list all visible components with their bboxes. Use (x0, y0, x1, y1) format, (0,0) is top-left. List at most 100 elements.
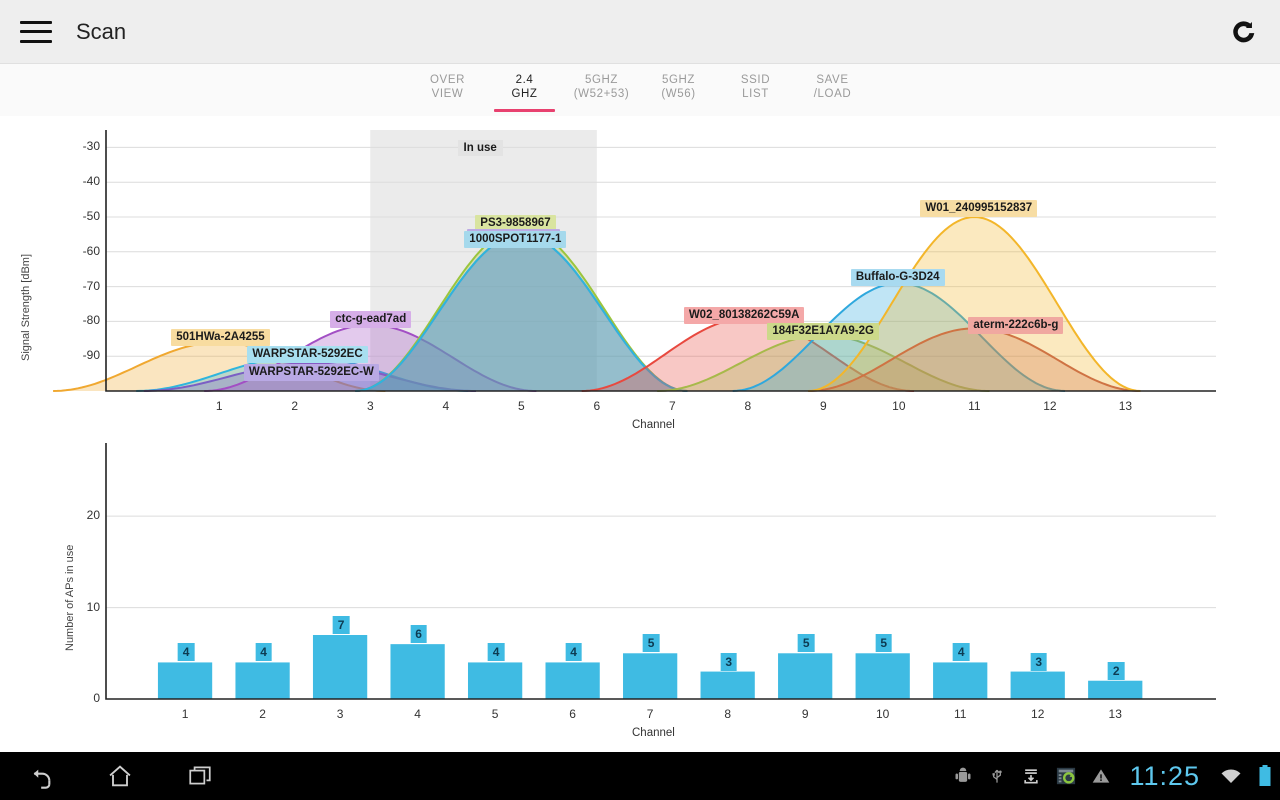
ssid-label: W02_80138262C59A (683, 306, 805, 324)
battery-icon (1258, 764, 1272, 788)
tab-label-line2: (W52+53) (573, 87, 630, 100)
x-tick-label: 3 (336, 707, 344, 721)
x-tick-label: 6 (593, 399, 601, 413)
tab-active-indicator (494, 109, 555, 112)
x-tick-label: 7 (668, 399, 676, 413)
bar (312, 635, 368, 699)
x-tick-label: 6 (569, 707, 576, 721)
x-axis-title: Channel (632, 727, 675, 739)
in-use-label: In use (457, 140, 503, 156)
bar-value-label: 4 (177, 643, 195, 662)
x-tick-label: 8 (724, 707, 731, 721)
bar (933, 662, 988, 699)
bar-value-label: 5 (797, 634, 815, 653)
home-icon[interactable] (80, 752, 160, 800)
x-tick-label: 10 (892, 399, 906, 413)
bar-value-label: 4 (255, 643, 272, 662)
y-tick-label: -80 (82, 313, 100, 328)
recent-apps-icon[interactable] (160, 752, 240, 800)
y-tick-label: -50 (82, 209, 100, 223)
y-axis-title: Number of APs in use (64, 544, 76, 651)
y-tick-label: -30 (82, 139, 100, 154)
ssid-label: aterm-222c6b-g (968, 317, 1064, 335)
bar (1010, 671, 1065, 699)
x-axis-title: Channel (632, 419, 675, 431)
bar-value-label: 4 (952, 643, 970, 662)
bar (855, 653, 910, 699)
aps-in-use-chart: 0 10 20 1 2 3 4 5 6 7 8 9 10 11 12 13 4 4 7 6 4 4 5 3 5 5 4 3 2 Numbe… (0, 431, 1280, 741)
x-tick-label: 11 (953, 707, 967, 721)
x-tick-label: 12 (1031, 707, 1045, 721)
y-tick-label: -40 (82, 174, 100, 189)
bar (390, 644, 445, 699)
y-tick-label: -90 (82, 348, 100, 363)
tab-label-line2: GHZ (511, 87, 538, 100)
x-tick-label: 12 (1043, 399, 1057, 413)
signal-chart-canvas (53, 130, 1216, 392)
signal-strength-chart: -30 -40 -50 -60 -70 -80 -90 1 2 3 4 5 6 7 8 9 10 11 12 13 Si… (0, 116, 1280, 431)
x-tick-label: 9 (801, 707, 809, 721)
back-icon[interactable] (0, 752, 80, 800)
tab-label-line1: SAVE (816, 74, 849, 86)
tab-over[interactable]: OVER VIEW (409, 64, 486, 116)
tab-ssid[interactable]: SSID LIST (717, 64, 794, 116)
hamburger-menu-icon[interactable] (20, 20, 52, 43)
x-tick-label: 10 (876, 707, 890, 721)
app-bar: Scan (0, 0, 1280, 64)
ssid-label: 184F32E1A7A9-2G (767, 323, 879, 341)
x-tick-label: 2 (259, 707, 266, 721)
bar-value-label: 5 (642, 634, 660, 653)
bar (235, 662, 290, 699)
tab-label-line2: LIST (742, 87, 769, 100)
bar-value-label: 5 (875, 634, 893, 653)
tab-5ghz[interactable]: 5GHZ (W52+53) (563, 64, 640, 116)
tab-label-line2: (W56) (661, 87, 696, 100)
tab-save[interactable]: SAVE/LOAD (794, 64, 871, 116)
x-tick-label: 1 (181, 707, 189, 721)
app-root: Scan OVER VIEW 2.4 GHZ 5GHZ (W52+53) 5GHZ (W56)… (0, 0, 1280, 800)
page-title: Scan (76, 18, 127, 44)
x-tick-label: 13 (1118, 399, 1133, 413)
bar-value-label: 7 (332, 616, 350, 634)
bar (1088, 680, 1143, 699)
y-tick-label: 10 (86, 599, 100, 614)
x-tick-label: 5 (491, 707, 499, 721)
ssid-label: WARPSTAR-5292EC (247, 346, 368, 364)
bar-value-label: 4 (565, 643, 582, 662)
y-axis-title: Signal Strength [dBm] (20, 253, 32, 361)
tab-2-4[interactable]: 2.4 GHZ (486, 64, 563, 116)
ssid-label: W01_240995152837 (920, 200, 1038, 217)
x-tick-label: 2 (291, 399, 299, 413)
x-tick-label: 4 (414, 707, 421, 721)
ssid-label: 1000SPOT1177-1 (464, 231, 567, 249)
tab-label-line2: VIEW (431, 87, 464, 100)
bar (778, 653, 833, 699)
bar-value-label: 3 (1030, 652, 1048, 671)
x-tick-label: 8 (744, 399, 752, 413)
ssid-label: WARPSTAR-5292EC-W (243, 364, 379, 382)
tab-label-line1: SSID (740, 74, 771, 86)
x-tick-label: 3 (366, 399, 374, 413)
status-clock: 11:25 (1129, 760, 1200, 791)
y-tick-label: -70 (82, 278, 100, 293)
bar (545, 662, 600, 699)
system-nav-bar: 11:25 (0, 752, 1280, 800)
y-tick-label: 0 (93, 691, 100, 705)
tab-bar: OVER VIEW 2.4 GHZ 5GHZ (W52+53) 5GHZ (W56) SSID L… (0, 64, 1280, 116)
refresh-icon[interactable] (1226, 14, 1262, 50)
x-tick-label: 7 (646, 707, 654, 721)
x-tick-label: 13 (1108, 707, 1122, 721)
x-tick-label: 9 (820, 399, 827, 413)
status-icons: 11:25 (953, 752, 1272, 800)
usb-icon (987, 766, 1007, 786)
bar (700, 671, 755, 699)
x-tick-label: 1 (215, 399, 223, 413)
ssid-label: Buffalo-G-3D24 (850, 269, 945, 287)
y-tick-label: -60 (82, 243, 100, 258)
wifi-icon (1218, 766, 1244, 786)
ssid-label: 501HWa-2A4255 (171, 329, 270, 347)
x-tick-label: 5 (517, 399, 525, 413)
bar (623, 653, 678, 699)
tab-5ghz[interactable]: 5GHZ (W56) (640, 64, 717, 116)
bar-value-label: 2 (1107, 661, 1125, 680)
